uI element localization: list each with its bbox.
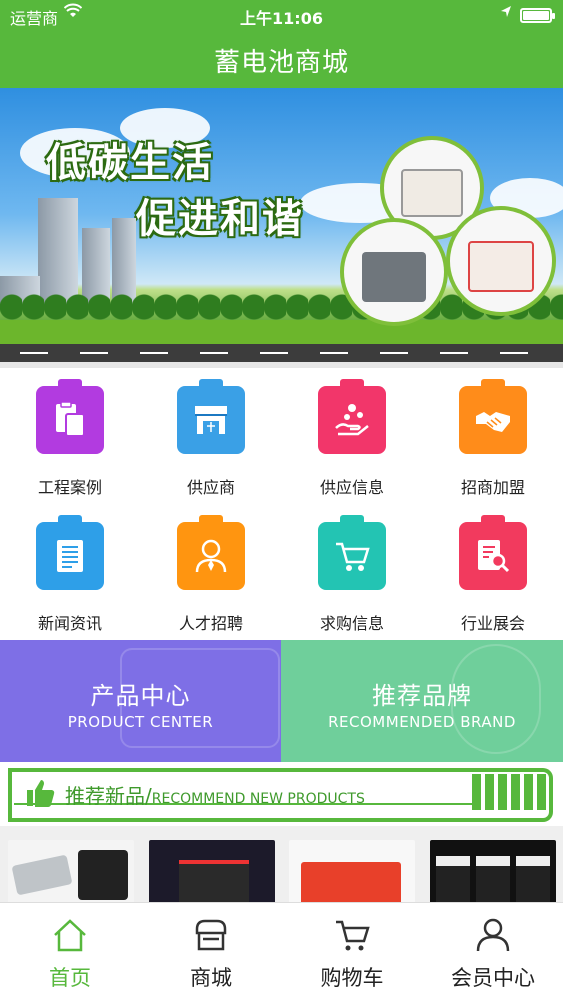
status-bar: 运营商 上午11:06	[0, 0, 563, 30]
category-label: 工程案例	[37, 478, 102, 497]
handshake-icon	[459, 379, 527, 454]
category-item-news[interactable]: 新闻资讯	[0, 504, 140, 640]
category-item-supply-info[interactable]: 供应信息	[282, 368, 422, 504]
product-image	[78, 850, 128, 900]
recommended-brand-banner[interactable]: 推荐品牌 RECOMMENDED BRAND	[281, 640, 563, 762]
shop-icon	[195, 919, 227, 951]
tab-cart-label: 购物车	[320, 966, 384, 990]
document-search-icon	[459, 515, 527, 590]
category-item-engineering-cases[interactable]: 工程案例	[0, 368, 140, 504]
tab-member-center-label: 会员中心	[451, 966, 535, 990]
product-list	[0, 826, 563, 902]
user-icon	[476, 918, 510, 952]
grass-field	[0, 320, 563, 344]
product-center-subtitle: PRODUCT CENTER	[67, 713, 214, 731]
tab-home-label: 首页	[49, 966, 91, 990]
store-icon	[177, 379, 245, 454]
category-label: 求购信息	[319, 614, 384, 633]
location-arrow-icon	[500, 4, 512, 23]
bottom-tab-bar: 首页 商城 购物车 会员中心	[0, 902, 563, 1000]
cart-icon	[336, 920, 370, 951]
battery-product-image	[446, 206, 556, 316]
product-card[interactable]	[289, 840, 415, 902]
hand-coins-icon	[318, 379, 386, 454]
product-center-title: 产品中心	[90, 682, 191, 710]
category-label: 供应信息	[319, 478, 384, 497]
recommend-title-en: RECOMMEND NEW PRODUCTS	[151, 791, 365, 807]
tab-member-center[interactable]: 会员中心	[423, 903, 563, 1000]
status-time: 上午11:06	[240, 9, 323, 28]
signal-bars-decoration	[472, 774, 550, 814]
product-image	[11, 854, 73, 896]
home-icon	[54, 919, 86, 952]
category-label: 供应商	[186, 478, 235, 497]
product-center-banner[interactable]: 产品中心 PRODUCT CENTER	[0, 640, 281, 762]
product-image	[179, 860, 249, 902]
battery-icon	[520, 8, 555, 23]
category-label: 人才招聘	[178, 614, 243, 633]
product-card[interactable]	[149, 840, 275, 902]
recommend-title-cn: 推荐新品/	[65, 784, 152, 808]
recommended-brand-title: 推荐品牌	[372, 682, 472, 710]
tab-home[interactable]: 首页	[0, 903, 140, 1000]
category-label: 招商加盟	[460, 478, 525, 497]
product-card[interactable]	[430, 840, 556, 902]
category-item-exhibitions[interactable]: 行业展会	[423, 504, 563, 640]
tab-shop-label: 商城	[190, 966, 232, 990]
product-image	[516, 856, 550, 902]
category-grid: 工程案例 供应商 供应信息 招商加盟 新闻资讯 人才招聘 求购信息 行业展会	[0, 368, 563, 640]
road	[0, 344, 563, 362]
clipboard-icon	[36, 379, 104, 454]
product-card[interactable]	[8, 840, 134, 902]
banner-slogan-line1: 低碳生活	[46, 140, 214, 186]
news-icon	[36, 515, 104, 590]
tab-cart[interactable]: 购物车	[282, 903, 422, 1000]
thumbs-up-icon	[26, 778, 56, 812]
person-icon	[177, 515, 245, 590]
product-image	[436, 856, 470, 902]
page-title: 蓄电池商城	[213, 48, 349, 78]
recommend-title: 推荐新品/RECOMMEND NEW PRODUCTS	[65, 780, 365, 809]
category-item-purchase-info[interactable]: 求购信息	[282, 504, 422, 640]
product-image	[301, 862, 401, 902]
recommended-brand-subtitle: RECOMMENDED BRAND	[328, 713, 516, 731]
banner-slogan-line2: 促进和谐	[136, 196, 304, 242]
category-item-franchise[interactable]: 招商加盟	[423, 368, 563, 504]
tab-shop[interactable]: 商城	[141, 903, 281, 1000]
cart-icon	[318, 515, 386, 590]
category-label: 新闻资讯	[37, 614, 102, 633]
category-item-suppliers[interactable]: 供应商	[141, 368, 281, 504]
recommend-section-header: 推荐新品/RECOMMEND NEW PRODUCTS	[8, 764, 563, 826]
battery-product-image	[340, 218, 448, 326]
product-image	[476, 856, 510, 902]
category-label: 行业展会	[460, 614, 525, 633]
hero-banner[interactable]: 低碳生活 促进和谐	[0, 88, 563, 368]
category-item-recruitment[interactable]: 人才招聘	[141, 504, 281, 640]
building-image	[38, 198, 78, 308]
app-header: 运营商 上午11:06 蓄电池商城	[0, 0, 563, 88]
